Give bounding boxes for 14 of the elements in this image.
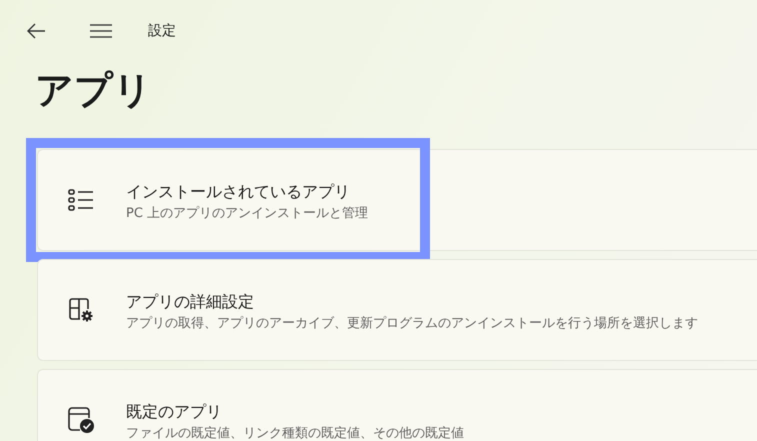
app-title: 設定 <box>148 22 176 40</box>
settings-card[interactable]: アプリの詳細設定 アプリの取得、アプリのアーカイブ、更新プログラムのアンインストールを行う場所を選択します <box>37 259 757 361</box>
settings-card[interactable]: 既定のアプリ ファイルの既定値、リンク種類の既定値、その他の既定値 <box>37 369 757 441</box>
card-title: アプリの詳細設定 <box>126 292 255 313</box>
card-description: ファイルの既定値、リンク種類の既定値、その他の既定値 <box>126 425 464 441</box>
page-title: アプリ <box>35 67 153 114</box>
card-title: 既定のアプリ <box>126 402 223 423</box>
list-icon <box>67 188 95 212</box>
window-gear-icon <box>67 297 95 323</box>
card-description: アプリの取得、アプリのアーカイブ、更新プログラムのアンインストールを行う場所を選択します <box>126 315 698 332</box>
card-description: PC 上のアプリのアンインストールと管理 <box>126 205 368 222</box>
window-check-icon <box>67 406 95 434</box>
settings-card[interactable]: インストールされているアプリ PC 上のアプリのアンインストールと管理 <box>37 149 757 251</box>
card-title: インストールされているアプリ <box>126 182 351 203</box>
